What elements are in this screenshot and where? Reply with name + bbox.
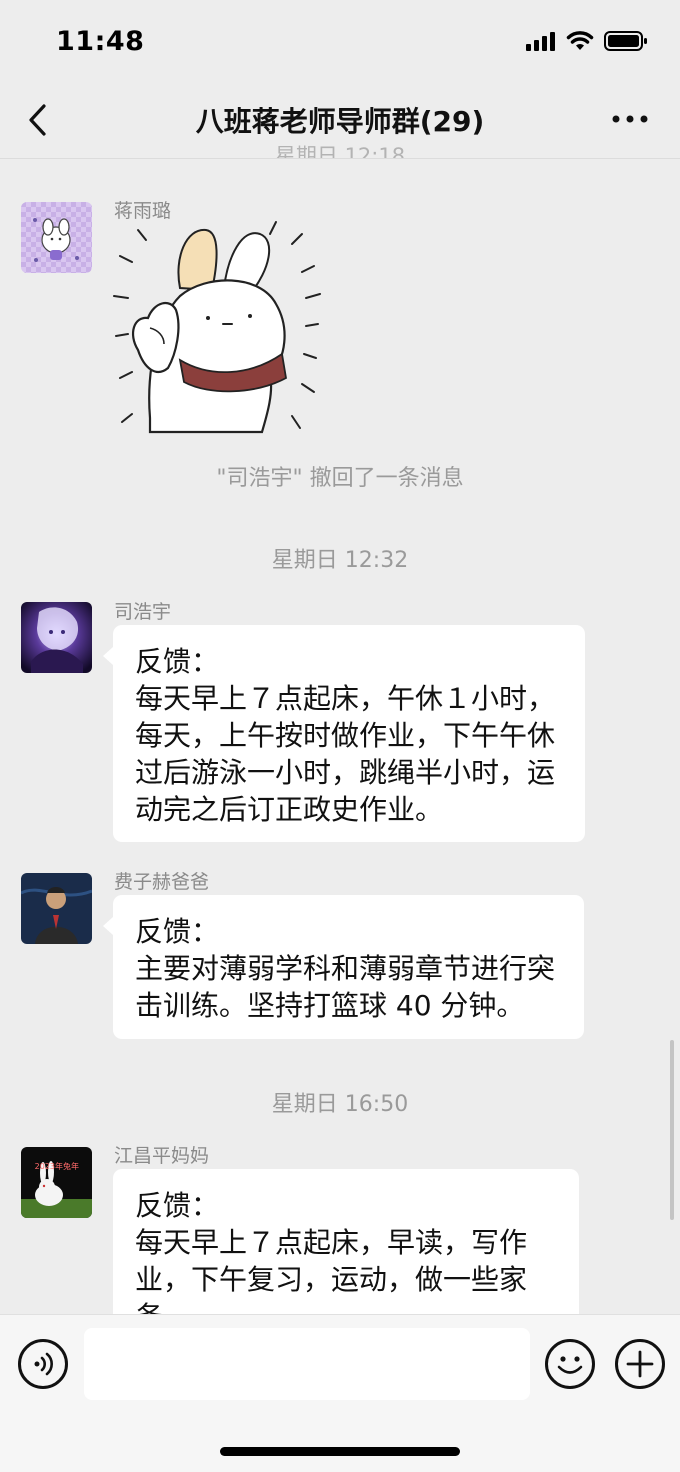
avatar[interactable] — [21, 873, 92, 944]
more-actions-button[interactable] — [615, 1339, 665, 1389]
sender-name: 司浩宇 — [114, 601, 172, 623]
plus-icon — [626, 1350, 654, 1378]
input-bar — [0, 1314, 680, 1472]
avatar-photo-icon — [21, 873, 92, 944]
message-bubble[interactable]: 反馈： 主要对薄弱学科和薄弱章节进行突击训练。坚持打篮球 40 分钟。 — [103, 895, 584, 1039]
avatar-cartoon-icon — [21, 202, 92, 273]
more-options-icon[interactable] — [610, 106, 650, 132]
cellular-signal-icon — [526, 32, 555, 51]
status-time: 11:48 — [56, 26, 145, 57]
sender-name: 江昌平妈妈 — [114, 1145, 210, 1167]
sender-name: 费子赫爸爸 — [114, 871, 210, 893]
voice-icon — [34, 1352, 53, 1376]
timestamp-cut: 星期日 12:18 — [274, 144, 406, 158]
timestamp: 星期日 16:50 — [271, 1092, 409, 1117]
emoji-icon — [557, 1356, 583, 1374]
avatar[interactable] — [21, 202, 92, 273]
voice-input-button[interactable] — [18, 1339, 68, 1389]
avatar[interactable] — [21, 602, 92, 673]
status-icons — [526, 30, 648, 52]
scrollbar[interactable] — [670, 1040, 674, 1220]
wifi-icon — [566, 31, 594, 50]
home-indicator — [220, 1447, 460, 1456]
avatar-anime-icon — [21, 602, 92, 673]
message-bubble[interactable]: 反馈： 每天早上７点起床，午休１小时，每天，上午按时做作业，下午午休过后游泳一小… — [103, 625, 585, 842]
group-title: 八班蒋老师导师群(29) — [195, 105, 485, 138]
timestamp: 星期日 12:32 — [271, 548, 409, 573]
avatar-rabbit-icon: 2023年兔年 — [21, 1147, 92, 1218]
emoji-button[interactable] — [545, 1339, 595, 1389]
bunny-thumbs-up-sticker[interactable] — [110, 218, 330, 438]
status-bar: 11:48 — [0, 0, 680, 80]
battery-icon — [604, 31, 647, 51]
recall-notice: "司浩宇" 撤回了一条消息 — [216, 466, 464, 491]
avatar[interactable]: 2023年兔年 — [21, 1147, 92, 1218]
avatar-caption: 2023年兔年 — [35, 1161, 79, 1171]
message-input[interactable] — [84, 1328, 530, 1400]
